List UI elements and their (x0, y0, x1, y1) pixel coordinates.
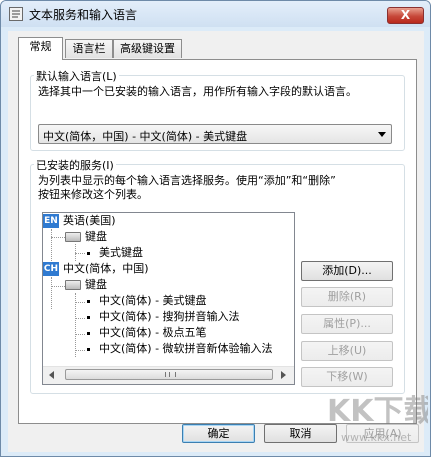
watermark-text: KK下载 (327, 394, 428, 429)
dropdown-selected-value: 中文(简体，中国) - 中文(简体) - 美式键盘 (43, 130, 248, 143)
tree-connector (75, 334, 85, 335)
properties-button[interactable]: 属性(P)... (301, 314, 393, 334)
bullet-icon (87, 252, 90, 255)
remove-button[interactable]: 删除(R) (301, 287, 393, 307)
tree-node-label: 键盘 (85, 230, 107, 243)
keyboard-icon (65, 280, 81, 290)
keyboard-icon (65, 232, 81, 242)
bullet-icon (87, 316, 90, 319)
window-title: 文本服务和输入语言 (29, 8, 138, 22)
tree-node-label: 英语(美国) (63, 214, 116, 227)
tree-connector (51, 229, 52, 261)
tab-advanced-key-settings[interactable]: 高级键设置 (113, 39, 182, 58)
en-language-icon: EN (43, 214, 59, 228)
tab-general[interactable]: 常规 (18, 37, 63, 60)
tree-node-label: 中文(简体) - 搜狗拼音输入法 (99, 310, 240, 323)
kk-watermark-logo: KK下载 www.kkx.net (327, 394, 428, 444)
grip-icon (165, 372, 176, 377)
chevron-down-icon (378, 132, 386, 137)
tree-node-label: 中文(简体) - 极点五笔 (99, 326, 207, 339)
add-button[interactable]: 添加(D)... (301, 261, 393, 281)
tree-connector (51, 286, 65, 287)
tree-connector (51, 277, 52, 309)
tree-node-label: 中文(简体) - 微软拼音新体验输入法 (99, 342, 273, 355)
tree-connector (75, 253, 85, 254)
tree-node-label: 键盘 (85, 278, 107, 291)
tree-connector (75, 302, 85, 303)
move-up-button[interactable]: 上移(U) (301, 341, 393, 361)
default-language-description: 选择其中一个已安装的输入语言，用作所有输入字段的默认语言。 (38, 85, 357, 98)
installed-services-legend: 已安装的服务(I) (34, 157, 116, 173)
scrollbar-thumb[interactable] (65, 369, 273, 380)
tree-node-label: 中文(简体，中国) (63, 262, 149, 275)
close-button[interactable]: X (387, 7, 424, 24)
installed-services-tree[interactable]: EN 英语(美国) 键盘 美式键盘 CH 中文(简体，中国) 键盘 中文(简体)… (42, 212, 295, 385)
ch-language-icon: CH (43, 262, 59, 276)
scroll-right-icon[interactable] (281, 371, 286, 379)
bullet-icon (87, 300, 90, 303)
ok-button[interactable]: 确定 (182, 424, 255, 443)
tree-connector (51, 237, 65, 238)
text-services-icon (9, 7, 23, 21)
tree-connector (75, 350, 85, 351)
dialog-window: 文本服务和输入语言 X 常规 语言栏 高级键设置 默认输入语言(L) 选择其中一… (0, 0, 431, 457)
bullet-icon (87, 332, 90, 335)
tab-language-bar[interactable]: 语言栏 (65, 39, 113, 58)
tree-connector (75, 318, 85, 319)
default-language-dropdown[interactable]: 中文(简体，中国) - 中文(简体) - 美式键盘 (38, 124, 392, 144)
scroll-left-icon[interactable] (49, 371, 54, 379)
tree-node-label: 美式键盘 (99, 246, 143, 259)
horizontal-scrollbar[interactable] (43, 366, 294, 384)
default-language-legend: 默认输入语言(L) (34, 68, 119, 84)
installed-services-description-line2: 按钮来修改这个列表。 (38, 188, 148, 201)
title-bar[interactable]: 文本服务和输入语言 X (1, 1, 430, 27)
watermark-url: www.kkx.net (341, 431, 412, 444)
tree-node-label: 中文(简体) - 美式键盘 (99, 294, 207, 307)
close-icon: X (400, 8, 411, 22)
bullet-icon (87, 348, 90, 351)
